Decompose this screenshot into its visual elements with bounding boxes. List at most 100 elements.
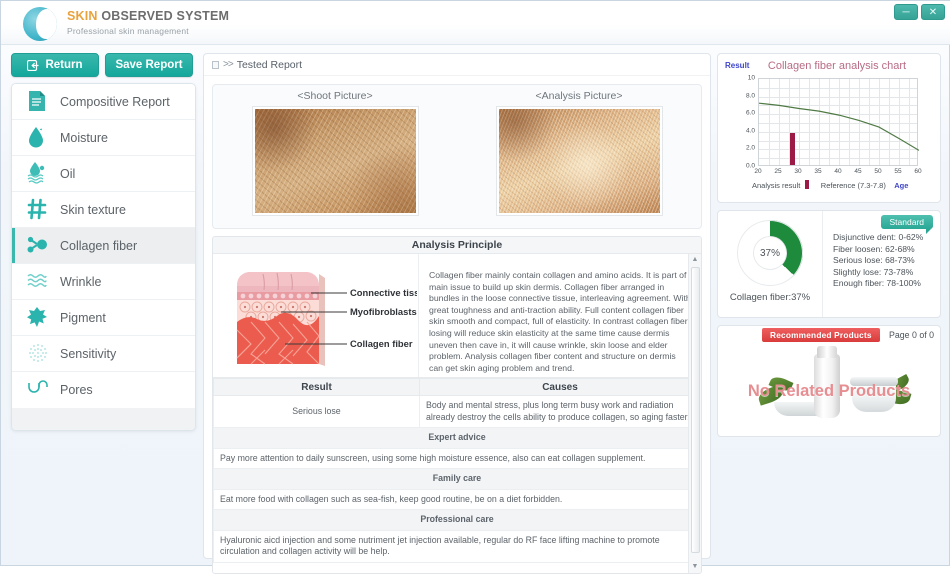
page-indicator: Page 0 of 0 <box>889 330 934 340</box>
sidebar-item-pigment[interactable]: Pigment <box>12 300 195 336</box>
return-button-label: Return <box>45 59 83 71</box>
table-section-row: Expert advice <box>213 427 701 449</box>
brand-main-word: OBSERVED SYSTEM <box>101 9 230 23</box>
brand-subtitle: Professional skin management <box>67 26 189 36</box>
scroll-up-arrow-icon[interactable]: ▲ <box>689 254 701 266</box>
sidebar-item-label: Moisture <box>60 130 108 145</box>
professional-care-text: Hyaluronic aicd injection and some nutri… <box>213 529 701 563</box>
logo-face-shape <box>36 9 57 39</box>
status-badge: Standard <box>880 215 933 234</box>
shoot-picture-column: <Shoot Picture> <box>213 85 457 228</box>
skin-layers-illustration: Connective tissue Myofibroblasts Collage… <box>236 272 430 366</box>
recommended-products-badge: Recommended Products <box>762 328 880 342</box>
molecule-icon <box>26 233 60 259</box>
breadcrumb-arrow: >> <box>223 59 234 70</box>
sidebar-item-pores[interactable]: Pores <box>12 372 195 408</box>
standard-line: Disjunctive dent: 0-62% <box>833 232 924 242</box>
logo-circle-icon <box>23 7 57 41</box>
donut-column: 37% Collagen fiber:37% <box>718 211 822 317</box>
analysis-card: Analysis Principle Connective tis Myofib… <box>212 236 702 574</box>
sidebar-menu-footer <box>12 408 195 430</box>
donut-center-value: 37% <box>759 247 780 259</box>
principle-text-column: Collagen fiber mainly contain collagen a… <box>419 254 701 377</box>
legend-analysis-label: Analysis result <box>752 181 801 190</box>
product-illustration: No Related Products <box>718 344 940 436</box>
scrollbar-thumb[interactable] <box>691 267 700 553</box>
shoot-picture-frame[interactable] <box>252 107 418 215</box>
standard-column: Standard Disjunctive dent: 0-62% Fiber l… <box>822 211 940 317</box>
sidebar-item-sensitivity[interactable]: Sensitivity <box>12 336 195 372</box>
diagram-label-collagen-fiber: Collagen fiber <box>350 338 413 349</box>
table-header-causes: Causes <box>419 378 701 396</box>
recommended-products-header: Recommended Products Page 0 of 0 <box>718 326 940 344</box>
table-cell-causes-value: Body and mental stress, plus long term b… <box>419 395 701 428</box>
chart-y-ticks: 10 8.0 6.0 4.0 2.0 0.0 <box>745 74 755 170</box>
analysis-principle-body: Connective tissue Myofibroblasts Collage… <box>213 254 701 378</box>
expert-advice-title: Expert advice <box>213 427 701 449</box>
brand-block: SKIN OBSERVED SYSTEM Professional skin m… <box>67 9 229 36</box>
sidebar-item-wrinkle[interactable]: Wrinkle <box>12 264 195 300</box>
sidebar-item-label: Pigment <box>60 310 106 325</box>
analysis-picture-frame[interactable] <box>496 107 662 215</box>
recommended-products-panel: Recommended Products Page 0 of 0 No Rela… <box>717 325 941 437</box>
table-header-row: Result Causes <box>213 378 701 396</box>
sidebar-item-label: Oil <box>60 166 76 181</box>
professional-care-title: Professional care <box>213 509 701 531</box>
table-row: Eat more food with collagen such as sea-… <box>213 488 701 510</box>
analysis-picture-image <box>498 109 660 213</box>
shoot-picture-label: <Shoot Picture> <box>297 90 373 102</box>
dotted-burst-icon <box>26 341 60 367</box>
sidebar-item-label: Pores <box>60 383 93 397</box>
breadcrumb-label: Tested Report <box>236 58 303 71</box>
sidebar-item-moisture[interactable]: Moisture <box>12 120 195 156</box>
sidebar-item-label: Compositive Report <box>60 94 170 109</box>
analysis-table: Result Causes Serious lose Body and ment… <box>213 378 701 563</box>
legend-reference-label: Reference <box>820 181 856 190</box>
application-window: SKIN OBSERVED SYSTEM Professional skin m… <box>0 0 950 574</box>
legend-age-label: Age <box>894 181 909 190</box>
pore-curve-icon <box>26 377 60 403</box>
diagram-label-myofibroblasts: Myofibroblasts <box>350 306 417 317</box>
save-report-button[interactable]: Save Report <box>105 53 193 77</box>
standard-line: Fiber loosen: 62-68% <box>833 243 915 254</box>
analysis-picture-label: <Analysis Picture> <box>535 90 623 102</box>
save-report-button-label: Save Report <box>115 59 183 71</box>
family-care-text: Eat more food with collagen such as sea-… <box>213 488 701 510</box>
table-section-row: Professional care <box>213 509 701 531</box>
sidebar-item-collagen-fiber[interactable]: Collagen fiber <box>12 228 195 264</box>
brand-accent-word: SKIN <box>67 9 98 23</box>
sidebar-item-label: Skin texture <box>60 202 127 217</box>
content-scrollbar[interactable]: ▲ ▼ <box>688 254 701 573</box>
sidebar-item-oil[interactable]: Oil <box>12 156 195 192</box>
brand-title: SKIN OBSERVED SYSTEM <box>67 9 229 23</box>
return-button[interactable]: Return <box>11 53 99 77</box>
shoot-picture-image <box>254 109 416 213</box>
table-row: Serious lose Body and mental stress, plu… <box>213 395 701 428</box>
minimize-icon[interactable]: ─ <box>894 4 918 20</box>
standard-line: Slightly lose: 73-78% <box>833 266 914 277</box>
table-cell-result-value: Serious lose <box>213 395 420 428</box>
right-column: Result Collagen fiber analysis chart 10 … <box>717 53 941 444</box>
no-products-message: No Related Products <box>747 382 911 400</box>
splat-icon <box>26 305 60 331</box>
standard-line: Serious lose: 68-73% <box>833 255 915 266</box>
breadcrumb-page-icon <box>212 60 219 69</box>
collagen-donut-chart: 37% <box>737 220 803 286</box>
grid-hash-icon <box>26 197 60 223</box>
return-arrow-icon <box>27 59 39 71</box>
expert-advice-text: Pay more attention to daily sunscreen, u… <box>213 447 701 469</box>
title-bar: SKIN OBSERVED SYSTEM Professional skin m… <box>1 1 950 45</box>
principle-text: Collagen fiber mainly contain collagen a… <box>429 270 691 373</box>
sidebar-item-compositive-report[interactable]: Compositive Report <box>12 84 195 120</box>
breadcrumb: >> Tested Report <box>204 54 710 76</box>
sidebar-item-skin-texture[interactable]: Skin texture <box>12 192 195 228</box>
sidebar-item-label: Collagen fiber <box>60 238 138 253</box>
skin-cross-section-diagram: Connective tissue Myofibroblasts Collage… <box>213 254 430 377</box>
collagen-analysis-chart: Result Collagen fiber analysis chart 10 … <box>717 53 941 203</box>
chart-legend: Analysis result Reference (7.3-7.8) Age <box>752 180 938 190</box>
scroll-down-arrow-icon[interactable]: ▼ <box>689 561 701 573</box>
sidebar-item-label: Sensitivity <box>60 346 117 361</box>
close-icon[interactable]: ✕ <box>921 4 945 20</box>
wave-lines-icon <box>26 269 60 295</box>
table-header-result: Result <box>213 378 420 396</box>
